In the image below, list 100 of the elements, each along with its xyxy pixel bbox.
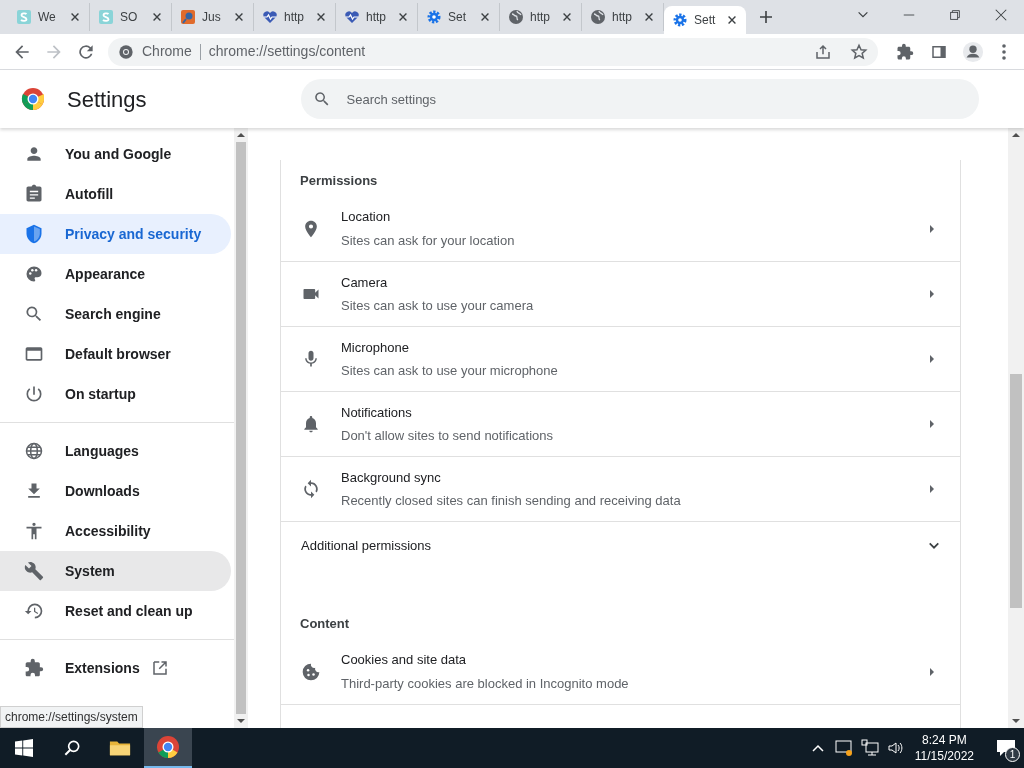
settings-row[interactable]: Notifications Don't allow sites to send notifications (281, 391, 960, 456)
browser-window-icon (24, 344, 44, 364)
sidebar-item[interactable]: Downloads (0, 471, 231, 511)
site-label: Chrome (142, 42, 192, 61)
magnifier-logo-icon (180, 9, 196, 25)
search-field[interactable]: Search settings (300, 79, 979, 119)
wrench-icon (24, 561, 44, 581)
arrow-right-icon (928, 666, 936, 677)
sidebar-item[interactable]: Accessibility (0, 511, 231, 551)
star-icon[interactable] (850, 42, 868, 61)
sidebar-item[interactable]: Autofill (0, 174, 231, 214)
tab-title: http (366, 9, 387, 26)
sidebar-item[interactable]: Appearance (0, 254, 231, 294)
row-subtitle: Sites can ask to use your camera (341, 297, 535, 315)
clock-time[interactable]: 8:24 PM (922, 732, 967, 748)
browser-tab[interactable]: http (254, 3, 336, 31)
row-title: Cookies and site data (341, 651, 468, 669)
row-title: Camera (341, 273, 389, 292)
monitor-sync-icon[interactable] (834, 739, 853, 757)
browser-tab[interactable]: SO (90, 3, 172, 31)
sidebar-item[interactable]: On startup (0, 374, 231, 414)
settings-row[interactable]: Cookies and site data Third-party cookies are blocked in Incognito mode (281, 639, 960, 704)
sidebar-item[interactable]: Reset and clean up (0, 591, 231, 631)
scrollbar[interactable] (234, 128, 248, 728)
sidebar-item[interactable]: You and Google (0, 134, 231, 174)
notification-count: 1 (1005, 747, 1020, 762)
close-icon[interactable] (726, 14, 738, 26)
heart-pulse-icon (344, 9, 360, 25)
close-icon[interactable] (397, 11, 409, 23)
tab-title: http (612, 9, 633, 26)
power-icon (24, 384, 44, 404)
browser-tab[interactable]: We (8, 3, 90, 31)
url-text[interactable]: chrome://settings/content (208, 41, 366, 62)
clock-date[interactable]: 11/15/2022 (914, 748, 974, 764)
close-icon[interactable] (561, 11, 573, 23)
chrome-logo-icon (21, 87, 45, 111)
settings-row[interactable]: Camera Sites can ask to use your camera (281, 261, 960, 326)
sidebar-item[interactable]: Privacy and security (0, 214, 231, 254)
restore-icon[interactable] (948, 8, 962, 22)
close-icon[interactable] (233, 11, 245, 23)
tab-title: http (530, 9, 551, 26)
expand-row[interactable]: Additional permissions (281, 521, 960, 569)
bell-icon (301, 414, 321, 434)
tab-title: SO (120, 9, 139, 26)
row-title: Notifications (341, 403, 413, 422)
arrow-right-icon (928, 289, 936, 299)
sync-icon (301, 479, 321, 499)
page-scrollbar[interactable] (1008, 128, 1024, 728)
notification-button[interactable]: 1 (988, 728, 1024, 768)
clipboard-icon (24, 184, 44, 204)
status-bubble: chrome://settings/system (0, 706, 143, 728)
s-logo-icon (98, 9, 114, 25)
chrome-taskbar-button[interactable] (144, 728, 192, 768)
share-icon[interactable] (814, 42, 832, 61)
puzzle-icon (24, 658, 44, 678)
profile-icon[interactable] (962, 40, 984, 63)
browser-tab[interactable]: http (336, 3, 418, 31)
arrow-right-icon (928, 419, 936, 429)
sidebar-item[interactable]: Languages (0, 431, 231, 471)
new-tab-icon[interactable] (758, 9, 774, 25)
page-title: Settings (67, 85, 147, 114)
close-icon[interactable] (151, 11, 163, 23)
chrome-logo-icon (156, 735, 180, 759)
row-subtitle: Don't allow sites to send notifications (341, 427, 555, 445)
close-icon[interactable] (315, 11, 327, 23)
shield-icon (24, 224, 44, 244)
settings-row[interactable]: Microphone Sites can ask to use your microphone (281, 326, 960, 391)
tab-title: We (38, 9, 57, 26)
close-icon[interactable] (479, 11, 491, 23)
s-logo-icon (16, 9, 32, 25)
browser-tab[interactable]: Set (418, 3, 500, 31)
row-subtitle: Third-party cookies are blocked in Incognito mode (341, 674, 630, 693)
browser-tab[interactable]: Jus (172, 3, 254, 31)
close-icon[interactable] (69, 11, 81, 23)
globe-icon (508, 9, 524, 25)
sidebar-item[interactable]: System (0, 551, 231, 591)
tab-title: Sett (694, 12, 717, 29)
close-icon[interactable] (643, 11, 655, 23)
network-icon[interactable] (860, 739, 879, 757)
sidebar-item[interactable]: Default browser (0, 334, 231, 374)
browser-tab[interactable]: http (582, 3, 664, 31)
sidebar-item[interactable]: Search engine (0, 294, 231, 334)
section-heading: Permissions (300, 171, 378, 190)
speaker-icon[interactable] (886, 739, 905, 757)
tab-title: http (284, 9, 305, 26)
section-heading: Content (300, 614, 350, 633)
browser-tab[interactable]: Sett (664, 6, 746, 34)
settings-row[interactable]: Location Sites can ask for your location (281, 196, 960, 261)
search-icon (24, 304, 44, 324)
globe-icon (24, 441, 44, 461)
browser-tab[interactable]: http (500, 3, 582, 31)
palette-icon (24, 264, 44, 284)
close-icon[interactable] (994, 8, 1008, 22)
settings-row[interactable]: Background sync Recently closed sites can finish sending and receiving data (281, 456, 960, 521)
search-icon (312, 90, 331, 108)
arrow-right-icon (928, 223, 936, 234)
accessibility-icon (24, 521, 44, 541)
sidebar-item[interactable]: Extensions (0, 648, 231, 688)
address-bar[interactable]: Chrome chrome://settings/content (108, 37, 878, 66)
puzzle-icon[interactable] (896, 42, 914, 61)
